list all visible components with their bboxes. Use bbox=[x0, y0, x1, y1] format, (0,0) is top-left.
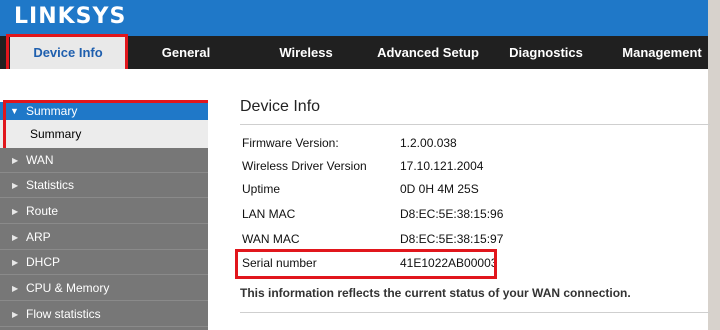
info-label: WAN MAC bbox=[242, 232, 300, 246]
page-title: Device Info bbox=[240, 98, 321, 115]
sidebar-section-label: Summary bbox=[26, 104, 78, 118]
caret-down-icon: ▼ bbox=[10, 106, 19, 116]
tab-diagnostics[interactable]: Diagnostics bbox=[500, 36, 592, 69]
info-label: Uptime bbox=[242, 182, 281, 196]
sidebar-item-dhcp[interactable]: ▶ DHCP bbox=[0, 250, 208, 275]
tab-wireless[interactable]: Wireless bbox=[256, 36, 356, 69]
info-value: D8:EC:5E:38:15:96 bbox=[400, 207, 504, 221]
info-row-firmware: Firmware Version: 1.2.00.038 bbox=[242, 133, 672, 153]
caret-right-icon: ▶ bbox=[12, 181, 19, 190]
status-note: This information reflects the current st… bbox=[240, 286, 631, 300]
info-value: D8:EC:5E:38:15:97 bbox=[400, 232, 504, 246]
sidebar-item-flow-statistics[interactable]: ▶ Flow statistics bbox=[0, 302, 208, 327]
sidebar-item-summary[interactable]: Summary bbox=[0, 120, 208, 148]
sidebar-item-label: Route bbox=[26, 204, 59, 218]
sidebar-item-arp[interactable]: ▶ ARP bbox=[0, 225, 208, 250]
sidebar-item-label: WAN bbox=[26, 153, 54, 167]
info-label: Wireless Driver Version bbox=[242, 159, 367, 173]
sidebar-item-label: Flow statistics bbox=[26, 307, 101, 321]
linksys-logo: LINKSYS bbox=[14, 4, 127, 29]
tab-management[interactable]: Management bbox=[616, 36, 708, 69]
info-row-lan-mac: LAN MAC D8:EC:5E:38:15:96 bbox=[242, 204, 672, 224]
info-label: Firmware Version: bbox=[242, 136, 339, 150]
sidebar-item-statistics[interactable]: ▶ Statistics bbox=[0, 173, 208, 198]
sidebar-item-wan[interactable]: ▶ WAN bbox=[0, 148, 208, 173]
info-label: Serial number bbox=[242, 256, 317, 270]
caret-right-icon: ▶ bbox=[12, 310, 19, 319]
sidebar-item-label: Statistics bbox=[26, 178, 75, 192]
header-bar: LINKSYS bbox=[0, 0, 708, 36]
bottom-divider bbox=[240, 312, 710, 313]
sidebar-item-label: DHCP bbox=[26, 255, 61, 269]
sidebar: ▼ Summary Summary ▶ WAN ▶ Statistics ▶ R… bbox=[0, 69, 212, 330]
info-value: 17.10.121.2004 bbox=[400, 159, 484, 173]
tab-device-info[interactable]: Device Info bbox=[6, 34, 128, 72]
title-divider bbox=[240, 124, 710, 125]
right-edge-strip bbox=[708, 0, 720, 330]
tab-general[interactable]: General bbox=[136, 36, 236, 69]
info-value: 0D 0H 4M 25S bbox=[400, 182, 479, 196]
info-value: 1.2.00.038 bbox=[400, 136, 457, 150]
sidebar-item-label: CPU & Memory bbox=[26, 281, 110, 295]
tab-advanced-setup[interactable]: Advanced Setup bbox=[368, 36, 488, 69]
caret-right-icon: ▶ bbox=[12, 284, 19, 293]
main-content: Device Info Firmware Version: 1.2.00.038… bbox=[208, 69, 710, 330]
caret-right-icon: ▶ bbox=[12, 233, 19, 242]
caret-right-icon: ▶ bbox=[12, 258, 19, 267]
info-row-uptime: Uptime 0D 0H 4M 25S bbox=[242, 179, 672, 199]
sidebar-item-label: ARP bbox=[26, 230, 51, 244]
sidebar-item-route[interactable]: ▶ Route bbox=[0, 199, 208, 224]
info-row-serial-number: Serial number 41E1022AB00003 bbox=[242, 253, 672, 273]
sidebar-item-cpu-memory[interactable]: ▶ CPU & Memory bbox=[0, 276, 208, 301]
sidebar-section-summary[interactable]: ▼ Summary bbox=[0, 102, 208, 120]
info-value: 41E1022AB00003 bbox=[400, 256, 498, 270]
info-label: LAN MAC bbox=[242, 207, 296, 221]
info-row-wireless-driver: Wireless Driver Version 17.10.121.2004 bbox=[242, 156, 672, 176]
info-row-wan-mac: WAN MAC D8:EC:5E:38:15:97 bbox=[242, 229, 672, 249]
main-nav: Device Info General Wireless Advanced Se… bbox=[0, 34, 708, 72]
caret-right-icon: ▶ bbox=[12, 156, 19, 165]
sidebar-list: ▶ WAN ▶ Statistics ▶ Route ▶ ARP ▶ DHCP … bbox=[0, 148, 208, 330]
sidebar-item-label: Summary bbox=[30, 127, 82, 141]
caret-right-icon: ▶ bbox=[12, 207, 19, 216]
